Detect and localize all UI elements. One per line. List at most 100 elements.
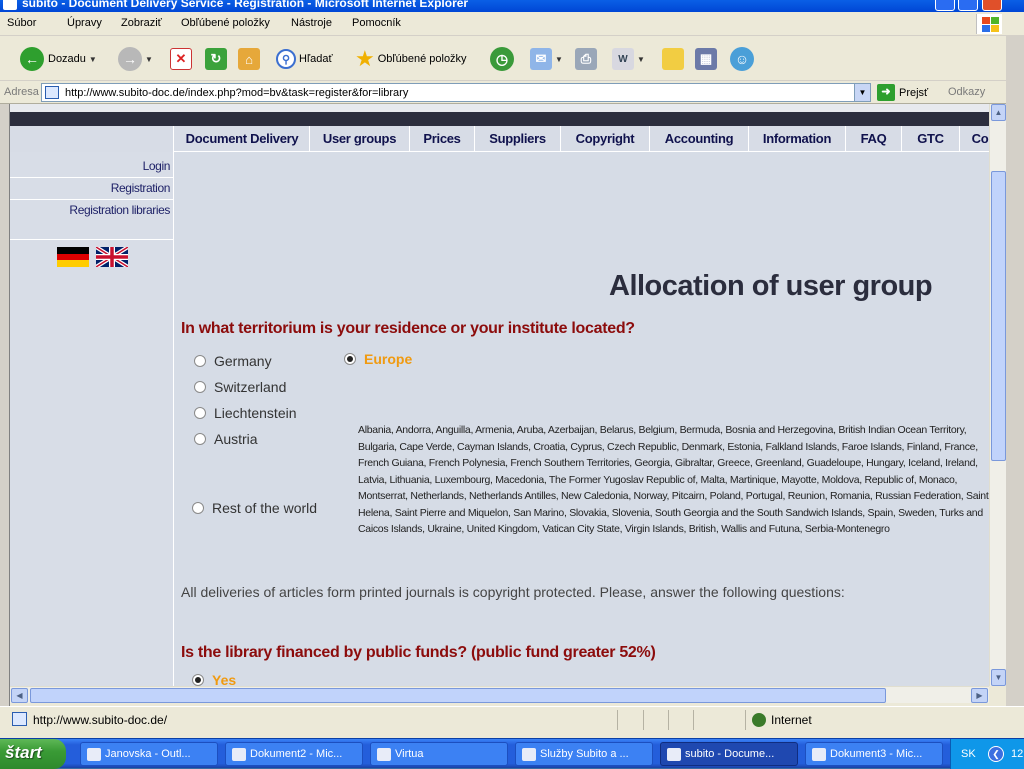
clock[interactable]: 12 (1011, 748, 1023, 760)
radio-yes[interactable]: Yes (192, 672, 236, 686)
stop-icon: ✕ (170, 48, 192, 70)
task-virtua[interactable]: Virtua (370, 742, 508, 766)
nav-prices[interactable]: Prices (410, 126, 475, 152)
title-bar[interactable]: subito - Document Delivery Service - Reg… (0, 0, 1024, 12)
left-frame-edge (0, 104, 10, 706)
address-url: http://www.subito-doc.de/index.php?mod=b… (65, 87, 409, 99)
task-outlook[interactable]: Janovska - Outl... (80, 742, 218, 766)
task-word-doc2[interactable]: Dokument2 - Mic... (225, 742, 363, 766)
status-divider (617, 710, 618, 730)
nav-copyright[interactable]: Copyright (561, 126, 650, 152)
chevron-down-icon[interactable]: ▼ (854, 84, 870, 101)
zone-label: Internet (771, 713, 812, 727)
nav-gtc[interactable]: GTC (902, 126, 960, 152)
search-icon: ⚲ (276, 49, 296, 69)
mail-button[interactable]: ✉ ▼ (530, 45, 563, 73)
radio-dot[interactable] (194, 407, 206, 419)
horizontal-scroll-thumb[interactable] (30, 688, 886, 703)
radio-dot[interactable] (192, 674, 204, 686)
scroll-down-icon[interactable]: ▼ (991, 669, 1006, 686)
page-title: Allocation of user group (609, 270, 933, 302)
close-button[interactable] (982, 0, 1002, 11)
show-hidden-icons-icon[interactable]: ❮ (988, 746, 1004, 762)
print-icon: ⎙ (575, 48, 597, 70)
language-indicator[interactable]: SK (961, 748, 976, 760)
links-label[interactable]: Odkazy (948, 86, 985, 98)
task-subito-services[interactable]: Služby Subito a ... (515, 742, 653, 766)
home-button[interactable]: ⌂ (238, 45, 260, 73)
go-button[interactable]: ➜ Prejsť (877, 84, 928, 101)
nav-faq[interactable]: FAQ (846, 126, 902, 152)
radio-dot[interactable] (194, 355, 206, 367)
right-frame-edge (1006, 36, 1024, 706)
radio-dot[interactable] (194, 381, 206, 393)
sidebar-item-login[interactable]: Login (10, 156, 173, 178)
task-word-doc3[interactable]: Dokument3 - Mic... (805, 742, 943, 766)
forward-button[interactable]: → ▼ (118, 45, 153, 73)
uk-flag-icon[interactable] (94, 245, 130, 269)
site-header-top (10, 104, 989, 112)
menu-favorites[interactable]: Obľúbené položky (181, 17, 270, 29)
radio-switzerland[interactable]: Switzerland (194, 379, 286, 395)
radio-rest-of-world[interactable]: Rest of the world (192, 500, 317, 516)
history-button[interactable]: ◷ (490, 45, 514, 73)
menu-tools[interactable]: Nástroje (291, 17, 332, 29)
main-pane: Allocation of user group In what territo… (173, 152, 989, 686)
menu-file[interactable]: Súbor (7, 17, 36, 29)
radio-europe[interactable]: Europe (344, 351, 412, 367)
radio-liechtenstein[interactable]: Liechtenstein (194, 405, 297, 421)
vertical-scrollbar[interactable]: ▲ ▼ (989, 104, 1006, 686)
chevron-down-icon: ▼ (145, 54, 153, 64)
maximize-button[interactable] (958, 0, 978, 11)
radio-dot[interactable] (344, 353, 356, 365)
scroll-right-icon[interactable]: ▶ (971, 688, 988, 703)
forward-arrow-icon: → (118, 47, 142, 71)
nav-accounting[interactable]: Accounting (650, 126, 749, 152)
nav-information[interactable]: Information (749, 126, 846, 152)
refresh-button[interactable]: ↻ (205, 45, 227, 73)
nav-suppliers[interactable]: Suppliers (475, 126, 561, 152)
messenger-button[interactable]: ☺ (730, 45, 754, 73)
menu-edit[interactable]: Úpravy (67, 17, 102, 29)
stop-button[interactable]: ✕ (170, 45, 192, 73)
favorites-button[interactable]: ★ Obľúbené položky (355, 45, 467, 73)
home-icon: ⌂ (238, 48, 260, 70)
sidebar-item-registration-libraries[interactable]: Registration libraries (10, 200, 173, 240)
search-button[interactable]: ⚲ Hľadať (276, 45, 333, 73)
scroll-up-icon[interactable]: ▲ (991, 104, 1006, 121)
windows-logo-icon (976, 14, 1002, 34)
taskbar: štart Janovska - Outl... Dokument2 - Mic… (0, 738, 1024, 769)
chevron-down-icon: ▼ (637, 54, 645, 64)
status-divider (693, 710, 694, 730)
virtua-icon (377, 748, 391, 761)
german-flag-icon[interactable] (57, 247, 89, 267)
task-subito-ie[interactable]: subito - Docume... (660, 742, 798, 766)
start-label: štart (5, 743, 42, 762)
security-zone: Internet (752, 713, 812, 727)
radio-dot[interactable] (192, 502, 204, 514)
sidebar-item-registration[interactable]: Registration (10, 178, 173, 200)
scroll-left-icon[interactable]: ◀ (11, 688, 28, 703)
research-icon: ▦ (695, 48, 717, 70)
menu-help[interactable]: Pomocník (352, 17, 401, 29)
print-button[interactable]: ⎙ (575, 45, 597, 73)
research-button[interactable]: ▦ (695, 45, 717, 73)
horizontal-scrollbar[interactable]: ◀ ▶ (10, 686, 989, 703)
start-button[interactable]: štart (0, 739, 66, 769)
edit-button[interactable]: W ▼ (612, 45, 645, 73)
radio-label: Yes (212, 672, 237, 686)
nav-user-groups[interactable]: User groups (310, 126, 410, 152)
discuss-button[interactable] (662, 45, 684, 73)
vertical-scroll-thumb[interactable] (991, 171, 1006, 461)
system-tray: SK ❮ 12 (950, 739, 1024, 769)
nav-contact[interactable]: Co (960, 126, 989, 152)
nav-document-delivery[interactable]: Document Delivery (175, 126, 310, 152)
radio-austria[interactable]: Austria (194, 431, 258, 447)
radio-dot[interactable] (194, 433, 206, 445)
back-button[interactable]: ← Dozadu ▼ (20, 45, 97, 73)
minimize-button[interactable] (935, 0, 955, 11)
word-icon (232, 748, 246, 761)
menu-view[interactable]: Zobraziť (121, 17, 162, 29)
address-input[interactable]: http://www.subito-doc.de/index.php?mod=b… (41, 83, 871, 102)
radio-germany[interactable]: Germany (194, 353, 272, 369)
